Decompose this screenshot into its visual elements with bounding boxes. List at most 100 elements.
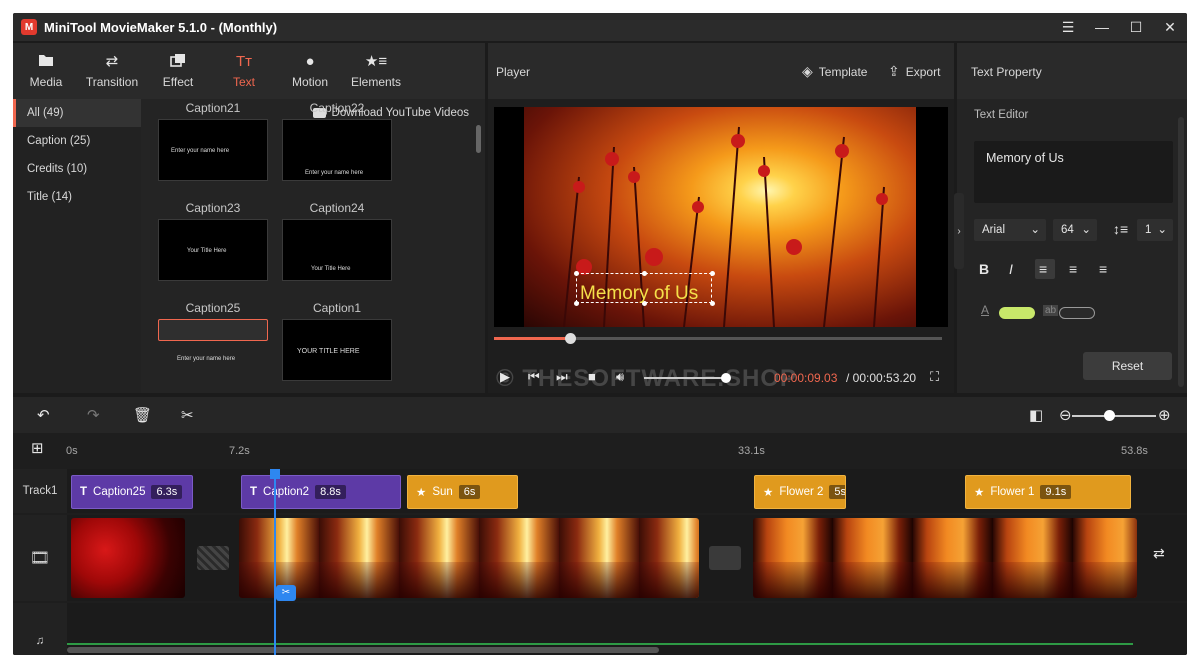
toolbar-effect[interactable]: Effect bbox=[145, 43, 211, 99]
resize-handle[interactable] bbox=[710, 271, 715, 276]
toolbar-motion-label: Motion bbox=[291, 75, 329, 89]
volume-knob[interactable] bbox=[720, 373, 731, 383]
text-property-title: Text Property bbox=[971, 65, 1042, 79]
video-preview[interactable]: Memory of Us bbox=[494, 107, 948, 327]
category-title[interactable]: Title (14) bbox=[13, 183, 141, 211]
category-credits[interactable]: Credits (10) bbox=[13, 155, 141, 183]
app-logo-icon: M bbox=[21, 19, 37, 35]
clip-name: Flower 1 bbox=[990, 486, 1035, 498]
resize-handle[interactable] bbox=[710, 301, 715, 306]
minimize-button[interactable]: — bbox=[1085, 13, 1119, 41]
zoom-knob[interactable] bbox=[1104, 410, 1115, 421]
film-icon: 🎞︎ bbox=[29, 550, 51, 567]
toolbar-text-label: Text bbox=[232, 75, 255, 89]
playhead[interactable] bbox=[274, 471, 276, 655]
time-ruler[interactable]: ⊞ 0s 7.2s 33.1s 53.8s bbox=[13, 433, 1187, 467]
template-thumb-caption23[interactable]: Enter your name here bbox=[158, 119, 268, 181]
seek-bar[interactable] bbox=[494, 333, 942, 344]
seek-knob[interactable] bbox=[565, 333, 577, 344]
play-icon[interactable]: ▶ bbox=[500, 369, 510, 385]
clip-overlay bbox=[239, 562, 699, 598]
fullscreen-icon[interactable]: ⛶ bbox=[930, 369, 939, 385]
clip-duration: 5s bbox=[829, 485, 845, 499]
text-editor-field[interactable]: Memory of Us bbox=[974, 141, 1173, 203]
reset-button[interactable]: Reset bbox=[1083, 352, 1172, 380]
template-thumb-caption24[interactable]: Enter your name here bbox=[282, 119, 392, 181]
template-thumb-caption1[interactable]: Your Title Here bbox=[282, 219, 392, 281]
video-clip-sunset[interactable] bbox=[753, 518, 1137, 598]
video-clip-roses[interactable] bbox=[71, 518, 185, 598]
playhead-handle[interactable] bbox=[270, 469, 280, 479]
toolbar-elements-label: Elements bbox=[350, 75, 402, 89]
text-color-swatch[interactable] bbox=[999, 307, 1035, 319]
text-clip[interactable]: T Caption25 6.3s bbox=[71, 475, 193, 509]
align-left-icon[interactable]: ≡ bbox=[1039, 261, 1047, 277]
font-size-value: 64 bbox=[1061, 224, 1074, 236]
volume-slider[interactable] bbox=[644, 373, 731, 383]
redo-icon[interactable]: ↷ bbox=[87, 406, 100, 424]
line-spacing-value: 1 bbox=[1145, 224, 1152, 236]
zoom-out-icon[interactable]: ⊖ bbox=[1059, 406, 1072, 424]
toolbar-transition[interactable]: ⇄ Transition bbox=[79, 43, 145, 99]
align-center-icon[interactable]: ≡ bbox=[1069, 261, 1077, 277]
element-clip[interactable]: ★ Sun 6s bbox=[407, 475, 518, 509]
player-header: Player ◈ Template ⇪ Export bbox=[488, 43, 954, 99]
element-clip[interactable]: ★ Flower 2 5s bbox=[754, 475, 846, 509]
thumb-label-caption24: Caption24 bbox=[309, 201, 365, 215]
next-frame-icon[interactable]: ⏭ bbox=[556, 369, 568, 385]
zoom-in-icon[interactable]: ⊕ bbox=[1158, 406, 1171, 424]
split-icon[interactable]: ✂ bbox=[181, 406, 194, 424]
template-thumb-next[interactable]: YOUR TITLE HERE bbox=[282, 319, 392, 381]
video-clip-flowers[interactable] bbox=[239, 518, 699, 598]
bg-color-swatch[interactable] bbox=[1059, 307, 1095, 319]
align-right-icon[interactable]: ≡ bbox=[1099, 261, 1107, 277]
transition-slot[interactable] bbox=[709, 546, 741, 570]
toolbar-motion[interactable]: ● Motion bbox=[277, 43, 343, 99]
fit-icon[interactable]: ◧ bbox=[1029, 406, 1043, 424]
category-caption[interactable]: Caption (25) bbox=[13, 127, 141, 155]
app-window: M MiniTool MovieMaker 5.1.0 - (Monthly) … bbox=[13, 13, 1187, 655]
ruler-label: 0s bbox=[66, 445, 78, 457]
toolbar-media[interactable]: Media bbox=[13, 43, 79, 99]
line-spacing-icon: ↕≡ bbox=[1113, 221, 1129, 237]
element-clip[interactable]: ★ Flower 1 9.1s bbox=[965, 475, 1131, 509]
menu-button[interactable]: ☰ bbox=[1051, 13, 1085, 41]
timeline-hscrollbar[interactable] bbox=[67, 647, 659, 653]
collapse-panel-button[interactable]: › bbox=[954, 193, 964, 269]
previous-frame-icon[interactable]: ⏮ bbox=[528, 369, 540, 385]
resize-handle[interactable] bbox=[574, 301, 579, 306]
transition-slot[interactable] bbox=[197, 546, 229, 570]
volume-icon[interactable]: 🔊︎ bbox=[616, 369, 624, 385]
close-button[interactable]: ✕ bbox=[1153, 13, 1187, 41]
bold-icon[interactable]: B bbox=[979, 261, 989, 277]
font-family-select[interactable]: Arial ⌄ bbox=[974, 219, 1046, 241]
resize-handle[interactable] bbox=[642, 271, 647, 276]
toolbar-text[interactable]: Tт Text bbox=[211, 43, 277, 99]
delete-icon[interactable]: 🗑︎ bbox=[133, 406, 152, 424]
italic-icon[interactable]: I bbox=[1009, 261, 1013, 277]
template-button[interactable]: ◈ Template bbox=[802, 63, 867, 80]
transition-icon: ⇄ bbox=[105, 53, 119, 70]
maximize-button[interactable]: ☐ bbox=[1119, 13, 1153, 41]
grid-scrollbar[interactable] bbox=[476, 125, 481, 153]
export-button[interactable]: ⇪ Export bbox=[888, 63, 940, 80]
font-size-select[interactable]: 64 ⌄ bbox=[1053, 219, 1097, 241]
chevron-down-icon: ⌄ bbox=[1030, 224, 1040, 236]
line-spacing-select[interactable]: 1 ⌄ bbox=[1137, 219, 1173, 241]
bg-color-label: ab bbox=[1043, 305, 1059, 316]
add-track-icon[interactable]: ⊞ bbox=[31, 439, 44, 457]
swap-icon[interactable]: ⇄ bbox=[1153, 545, 1165, 562]
category-all[interactable]: All (49) bbox=[13, 99, 141, 127]
clip-overlay bbox=[753, 562, 1137, 598]
template-thumb-selected[interactable]: Enter your name here bbox=[158, 319, 268, 362]
ruler-label: 53.8s bbox=[1121, 445, 1148, 457]
resize-handle[interactable] bbox=[574, 271, 579, 276]
text-clip[interactable]: T Caption2 8.8s bbox=[241, 475, 401, 509]
stop-icon[interactable]: ■ bbox=[588, 369, 596, 384]
undo-icon[interactable]: ↶ bbox=[37, 406, 50, 424]
thumb-label-caption21: Caption21 bbox=[185, 101, 241, 115]
toolbar-elements[interactable]: ★≡ Elements bbox=[343, 43, 409, 99]
text-property-scrollbar[interactable] bbox=[1178, 117, 1184, 387]
template-thumb-caption25[interactable]: Your Title Here bbox=[158, 219, 268, 281]
scissors-icon[interactable]: ✂ bbox=[276, 585, 296, 601]
